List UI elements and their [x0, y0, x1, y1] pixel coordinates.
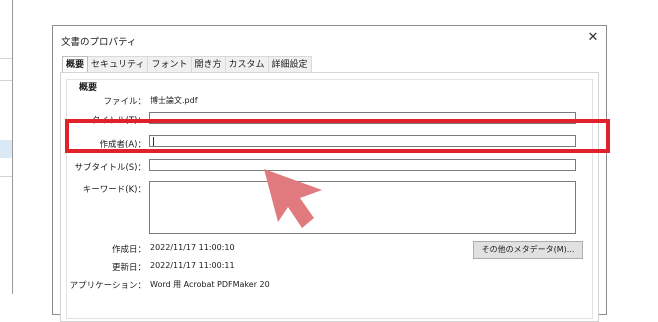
modified-value: 2022/11/17 11:00:11 [150, 261, 235, 270]
background-row-line [0, 176, 12, 177]
pointer-arrow-icon [264, 169, 322, 228]
background-divider [12, 0, 13, 294]
application-label: アプリケーション： [69, 281, 146, 291]
dialog-title-bar[interactable]: 文書のプロパティ ✕ [53, 26, 606, 52]
file-label: ファイル： [103, 97, 146, 107]
tab-custom[interactable]: カスタム [225, 56, 269, 73]
application-value: Word 用 Acrobat PDFMaker 20 [150, 280, 270, 289]
tab-fonts[interactable]: フォント [148, 56, 192, 73]
modified-label: 更新日： [111, 263, 146, 273]
background-row-line [0, 58, 12, 59]
keywords-label: キーワード(K)： [82, 185, 146, 195]
created-value: 2022/11/17 11:00:10 [150, 243, 235, 252]
tab-bar: 概要 セキュリティ フォント 開き方 カスタム 詳細設定 [62, 56, 312, 73]
background-window-edge [0, 0, 14, 294]
dialog-title: 文書のプロパティ [61, 37, 137, 48]
background-selected-row [0, 140, 12, 158]
close-icon[interactable]: ✕ [580, 26, 606, 50]
group-label: 概要 [77, 80, 100, 93]
tab-advanced[interactable]: 詳細設定 [268, 56, 312, 73]
subject-label: サブタイトル(S)： [74, 163, 146, 173]
highlight-box [65, 119, 610, 153]
tab-security[interactable]: セキュリティ [88, 56, 149, 73]
more-metadata-button[interactable]: その他のメタデータ(M)... [473, 241, 583, 259]
tab-summary[interactable]: 概要 [62, 56, 89, 73]
background-row-line [0, 80, 12, 81]
file-value: 博士論文.pdf [150, 96, 198, 105]
keywords-field[interactable] [149, 181, 576, 234]
subject-field[interactable] [149, 159, 576, 171]
created-label: 作成日： [111, 245, 146, 255]
tab-initial-view[interactable]: 開き方 [191, 56, 226, 73]
